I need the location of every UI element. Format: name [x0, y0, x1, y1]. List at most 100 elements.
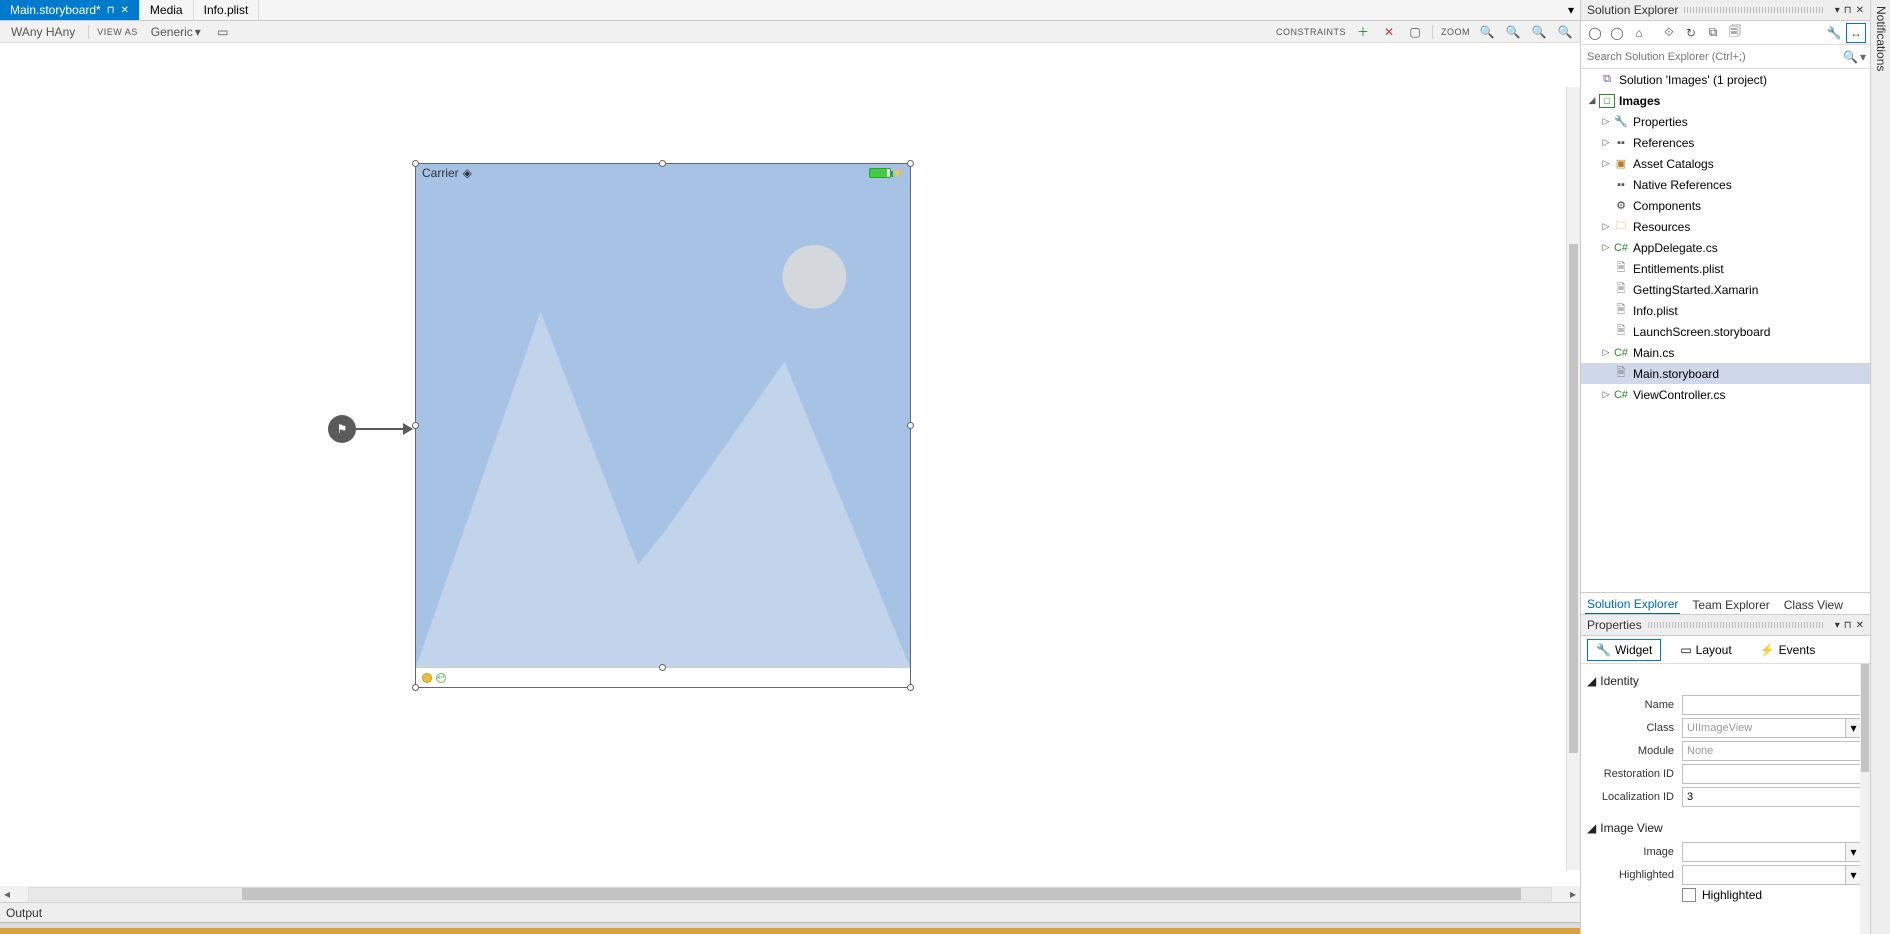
tree-node[interactable]: ▷▣Asset Catalogs: [1581, 153, 1870, 174]
expand-icon[interactable]: ◢: [1585, 95, 1599, 106]
tree-node[interactable]: ▷C#AppDelegate.cs: [1581, 237, 1870, 258]
view-controller-icon[interactable]: [422, 673, 432, 683]
resize-handle[interactable]: [412, 684, 419, 691]
view-controller-scene[interactable]: Carrier ◈ ⚡: [415, 163, 911, 688]
resize-handle[interactable]: [659, 160, 666, 167]
scroll-thumb[interactable]: [242, 888, 1520, 900]
resize-handle[interactable]: [659, 664, 666, 671]
solution-explorer-title[interactable]: Solution Explorer ▾ ⊓ ✕: [1581, 0, 1870, 21]
tab-events[interactable]: ⚡Events: [1751, 639, 1825, 661]
solution-explorer-toolbar: ◯ ◯ ⌂ ⟐ ↻ ⧉ 🗐 🔧 ↔: [1581, 21, 1870, 45]
highlighted-checkbox[interactable]: [1682, 888, 1696, 902]
tree-node[interactable]: ◢▢Images: [1581, 90, 1870, 111]
image-field[interactable]: [1682, 842, 1846, 862]
tab-main-storyboard[interactable]: Main.storyboard* ⊓ ✕: [0, 0, 140, 20]
collapse-icon[interactable]: ⧉: [1703, 23, 1723, 43]
pin-icon[interactable]: ⊓: [1844, 620, 1852, 631]
tree-node[interactable]: ▷🗎Entitlements.plist: [1581, 258, 1870, 279]
expand-icon[interactable]: ▷: [1599, 347, 1613, 358]
tree-node[interactable]: ▷🗀Resources: [1581, 216, 1870, 237]
vertical-scrollbar[interactable]: [1566, 87, 1580, 870]
expand-icon[interactable]: ▷: [1599, 158, 1613, 169]
expand-icon[interactable]: ▷: [1599, 242, 1613, 253]
tree-node[interactable]: ▷C#Main.cs: [1581, 342, 1870, 363]
remove-constraint-icon[interactable]: ✕: [1380, 23, 1398, 41]
output-panel-header[interactable]: Output: [0, 902, 1580, 922]
highlighted-field[interactable]: [1682, 865, 1846, 885]
tab-overflow-button[interactable]: ▾: [1562, 0, 1580, 20]
designer-canvas[interactable]: ⚑ Carrier ◈ ⚡: [0, 43, 1580, 886]
close-icon[interactable]: ✕: [121, 5, 129, 16]
tree-node[interactable]: ▷🗎GettingStarted.Xamarin: [1581, 279, 1870, 300]
tree-node[interactable]: ▷C#ViewController.cs: [1581, 384, 1870, 405]
tab-layout[interactable]: ▭Layout: [1671, 639, 1740, 661]
sync-icon[interactable]: ⟐: [1659, 23, 1679, 43]
resize-handle[interactable]: [412, 160, 419, 167]
expand-icon[interactable]: ▷: [1599, 116, 1613, 127]
tree-node[interactable]: ▷▪▪Native References: [1581, 174, 1870, 195]
forward-icon[interactable]: ◯: [1607, 23, 1627, 43]
panel-menu-icon[interactable]: ▾: [1835, 620, 1840, 631]
expand-icon[interactable]: ▷: [1599, 389, 1613, 400]
horizontal-scrollbar[interactable]: ◂ ▸: [0, 886, 1580, 902]
panel-menu-icon[interactable]: ▾: [1835, 5, 1840, 16]
close-icon[interactable]: ✕: [1856, 5, 1864, 16]
home-icon[interactable]: ⌂: [1629, 23, 1649, 43]
resize-handle[interactable]: [412, 422, 419, 429]
tree-node[interactable]: ▷▪▪References: [1581, 132, 1870, 153]
tree-node[interactable]: ▷🗎Main.storyboard: [1581, 363, 1870, 384]
zoom-actual-icon[interactable]: 🔍: [1556, 23, 1574, 41]
pin-icon[interactable]: ⊓: [1844, 5, 1852, 16]
tab-media[interactable]: Media: [140, 0, 194, 20]
preview-icon[interactable]: ↔: [1846, 23, 1866, 43]
tree-node[interactable]: ▷🗎Info.plist: [1581, 300, 1870, 321]
section-image-view[interactable]: ◢Image View: [1587, 817, 1862, 839]
restoration-id-field[interactable]: [1682, 764, 1862, 784]
expand-icon[interactable]: ▷: [1599, 221, 1613, 232]
tree-node[interactable]: ▷🗎LaunchScreen.storyboard: [1581, 321, 1870, 342]
tree-node[interactable]: ▷🔧Properties: [1581, 111, 1870, 132]
search-dropdown-icon[interactable]: ▾: [1860, 50, 1866, 64]
scroll-left-icon[interactable]: ◂: [0, 887, 14, 901]
zoom-out-icon[interactable]: 🔍: [1478, 23, 1496, 41]
tab-info-plist[interactable]: Info.plist: [194, 0, 260, 20]
properties-scrollbar[interactable]: [1860, 664, 1870, 934]
close-icon[interactable]: ✕: [1856, 620, 1864, 631]
search-input[interactable]: [1585, 49, 1843, 65]
resize-handle[interactable]: [907, 422, 914, 429]
initial-view-controller-indicator[interactable]: ⚑: [328, 415, 412, 443]
section-identity[interactable]: ◢Identity: [1587, 670, 1862, 692]
tree-node[interactable]: ▷⧉Solution 'Images' (1 project): [1581, 69, 1870, 90]
frame-rect-icon[interactable]: ▢: [1406, 23, 1424, 41]
tree-node[interactable]: ▷⚙Components: [1581, 195, 1870, 216]
view-as-selector[interactable]: Generic▾: [146, 23, 206, 41]
show-all-icon[interactable]: 🗐: [1725, 23, 1745, 43]
notifications-sidebar[interactable]: Notifications: [1870, 0, 1890, 934]
size-class-selector[interactable]: WAny HAny: [6, 23, 80, 41]
refresh-icon[interactable]: ↻: [1681, 23, 1701, 43]
tab-team-explorer[interactable]: Team Explorer: [1690, 596, 1771, 614]
resize-handle[interactable]: [907, 684, 914, 691]
orientation-toggle-icon[interactable]: ▭: [214, 23, 232, 41]
first-responder-icon[interactable]: ↩: [436, 673, 446, 683]
search-icon[interactable]: 🔍: [1843, 50, 1858, 64]
tab-widget[interactable]: 🔧Widget: [1587, 639, 1661, 661]
expand-icon[interactable]: ▷: [1599, 137, 1613, 148]
zoom-fit-icon[interactable]: 🔍: [1504, 23, 1522, 41]
tab-class-view[interactable]: Class View: [1782, 596, 1845, 614]
module-field[interactable]: [1682, 741, 1862, 761]
properties-icon[interactable]: 🔧: [1824, 23, 1844, 43]
add-constraint-icon[interactable]: ＋: [1354, 23, 1372, 41]
class-field[interactable]: [1682, 718, 1846, 738]
properties-title[interactable]: Properties ▾ ⊓ ✕: [1581, 615, 1870, 636]
pin-icon[interactable]: ⊓: [107, 5, 115, 16]
name-field[interactable]: [1682, 695, 1862, 715]
scroll-right-icon[interactable]: ▸: [1566, 887, 1580, 901]
localization-id-field[interactable]: [1682, 787, 1862, 807]
zoom-in-icon[interactable]: 🔍: [1530, 23, 1548, 41]
uiimageview[interactable]: [416, 182, 910, 667]
tree-label: Properties: [1633, 115, 1688, 129]
resize-handle[interactable]: [907, 160, 914, 167]
back-icon[interactable]: ◯: [1585, 23, 1605, 43]
tab-solution-explorer[interactable]: Solution Explorer: [1585, 595, 1680, 614]
